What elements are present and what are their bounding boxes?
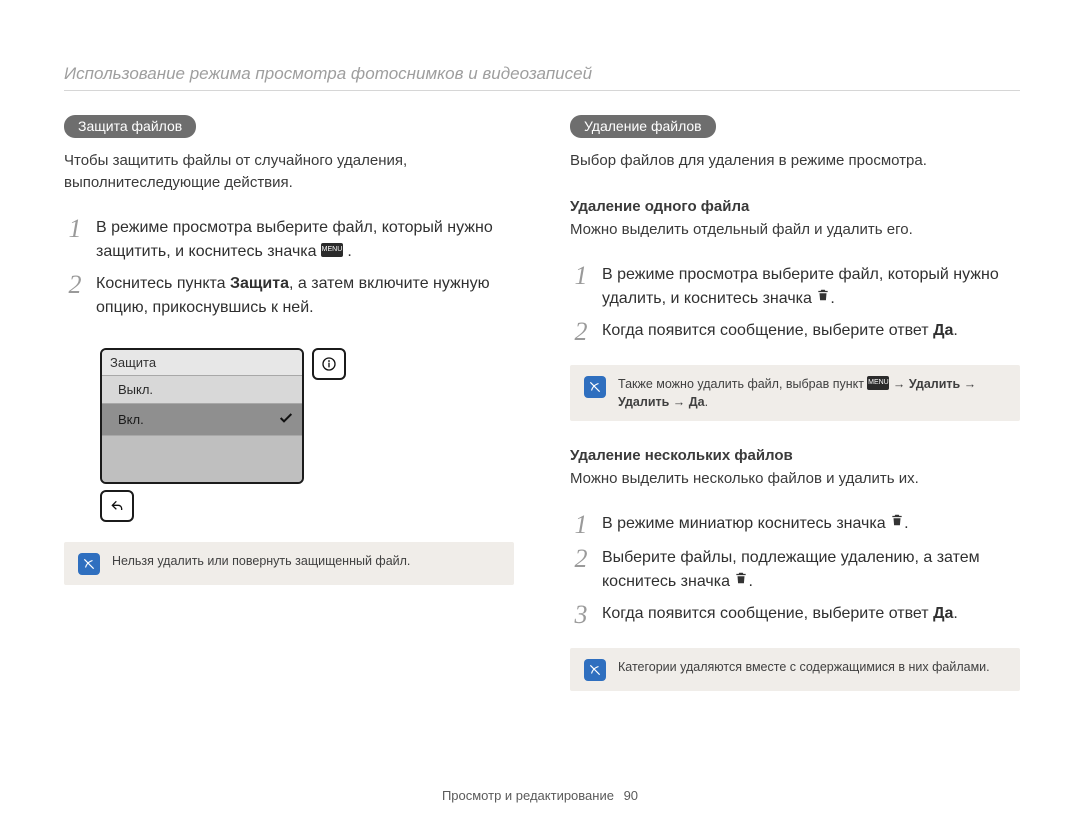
step-text: В режиме миниатюр коснитесь значка . xyxy=(602,512,909,538)
step-text: Когда появится сообщение, выберите ответ… xyxy=(602,602,958,628)
section-pill-protect: Защита файлов xyxy=(64,115,196,138)
note-icon xyxy=(584,659,606,681)
delete-one-lead: Можно выделить отдельный файл и удалить … xyxy=(570,219,1020,241)
note-protect: Нельзя удалить или повернуть защищенный … xyxy=(64,542,514,585)
right-column: Удаление файлов Выбор файлов для удалени… xyxy=(570,115,1020,691)
trash-icon xyxy=(734,569,748,593)
info-button[interactable] xyxy=(312,348,346,380)
screen-title: Защита xyxy=(102,350,302,376)
menu-icon: MENU xyxy=(867,376,889,390)
device-screen: Защита Выкл. Вкл. xyxy=(100,348,304,484)
step-number: 3 xyxy=(570,602,592,628)
check-icon xyxy=(278,410,294,429)
option-on[interactable]: Вкл. xyxy=(102,404,302,436)
step-number: 1 xyxy=(570,263,592,311)
menu-icon: MENU xyxy=(321,243,343,257)
note-icon xyxy=(584,376,606,398)
protect-steps: 1 В режиме просмотра выберите файл, кото… xyxy=(64,210,514,322)
note-delete-one: Также можно удалить файл, выбрав пункт M… xyxy=(570,365,1020,421)
delete-one-steps: 1 В режиме просмотра выберите файл, кото… xyxy=(570,257,1020,347)
trash-icon xyxy=(890,511,904,535)
step-number: 2 xyxy=(570,546,592,594)
page-footer: Просмотр и редактирование 90 xyxy=(0,788,1080,803)
device-mock: Защита Выкл. Вкл. xyxy=(100,348,346,522)
footer-page-number: 90 xyxy=(624,788,638,803)
step-text: В режиме просмотра выберите файл, которы… xyxy=(602,263,1020,311)
delete-intro: Выбор файлов для удаления в режиме просм… xyxy=(570,150,1020,172)
delete-many-steps: 1 В режиме миниатюр коснитесь значка . 2… xyxy=(570,506,1020,630)
note-delete-many: Категории удаляются вместе с содержащими… xyxy=(570,648,1020,691)
page-title: Использование режима просмотра фотоснимк… xyxy=(64,64,1020,91)
back-button[interactable] xyxy=(100,490,134,522)
delete-many-lead: Можно выделить несколько файлов и удалит… xyxy=(570,468,1020,490)
step-number: 1 xyxy=(64,216,86,264)
delete-one-head: Удаление одного файла xyxy=(570,198,1020,215)
note-icon xyxy=(78,553,100,575)
note-text: Нельзя удалить или повернуть защищенный … xyxy=(112,552,410,570)
option-off[interactable]: Выкл. xyxy=(102,376,302,404)
note-text: Также можно удалить файл, выбрав пункт M… xyxy=(618,375,1006,411)
trash-icon xyxy=(816,286,830,310)
step-number: 1 xyxy=(570,512,592,538)
step-number: 2 xyxy=(64,272,86,320)
protect-intro: Чтобы защитить файлы от случайного удале… xyxy=(64,150,514,194)
step-number: 2 xyxy=(570,319,592,345)
step-text: Коснитесь пункта Защита, а затем включит… xyxy=(96,272,514,320)
delete-many-head: Удаление нескольких файлов xyxy=(570,447,1020,464)
footer-section: Просмотр и редактирование xyxy=(442,788,614,803)
step-text: Когда появится сообщение, выберите ответ… xyxy=(602,319,958,345)
section-pill-delete: Удаление файлов xyxy=(570,115,716,138)
step-text: В режиме просмотра выберите файл, которы… xyxy=(96,216,514,264)
step-text: Выберите файлы, подлежащие удалению, а з… xyxy=(602,546,1020,594)
note-text: Категории удаляются вместе с содержащими… xyxy=(618,658,990,676)
left-column: Защита файлов Чтобы защитить файлы от сл… xyxy=(64,115,514,691)
